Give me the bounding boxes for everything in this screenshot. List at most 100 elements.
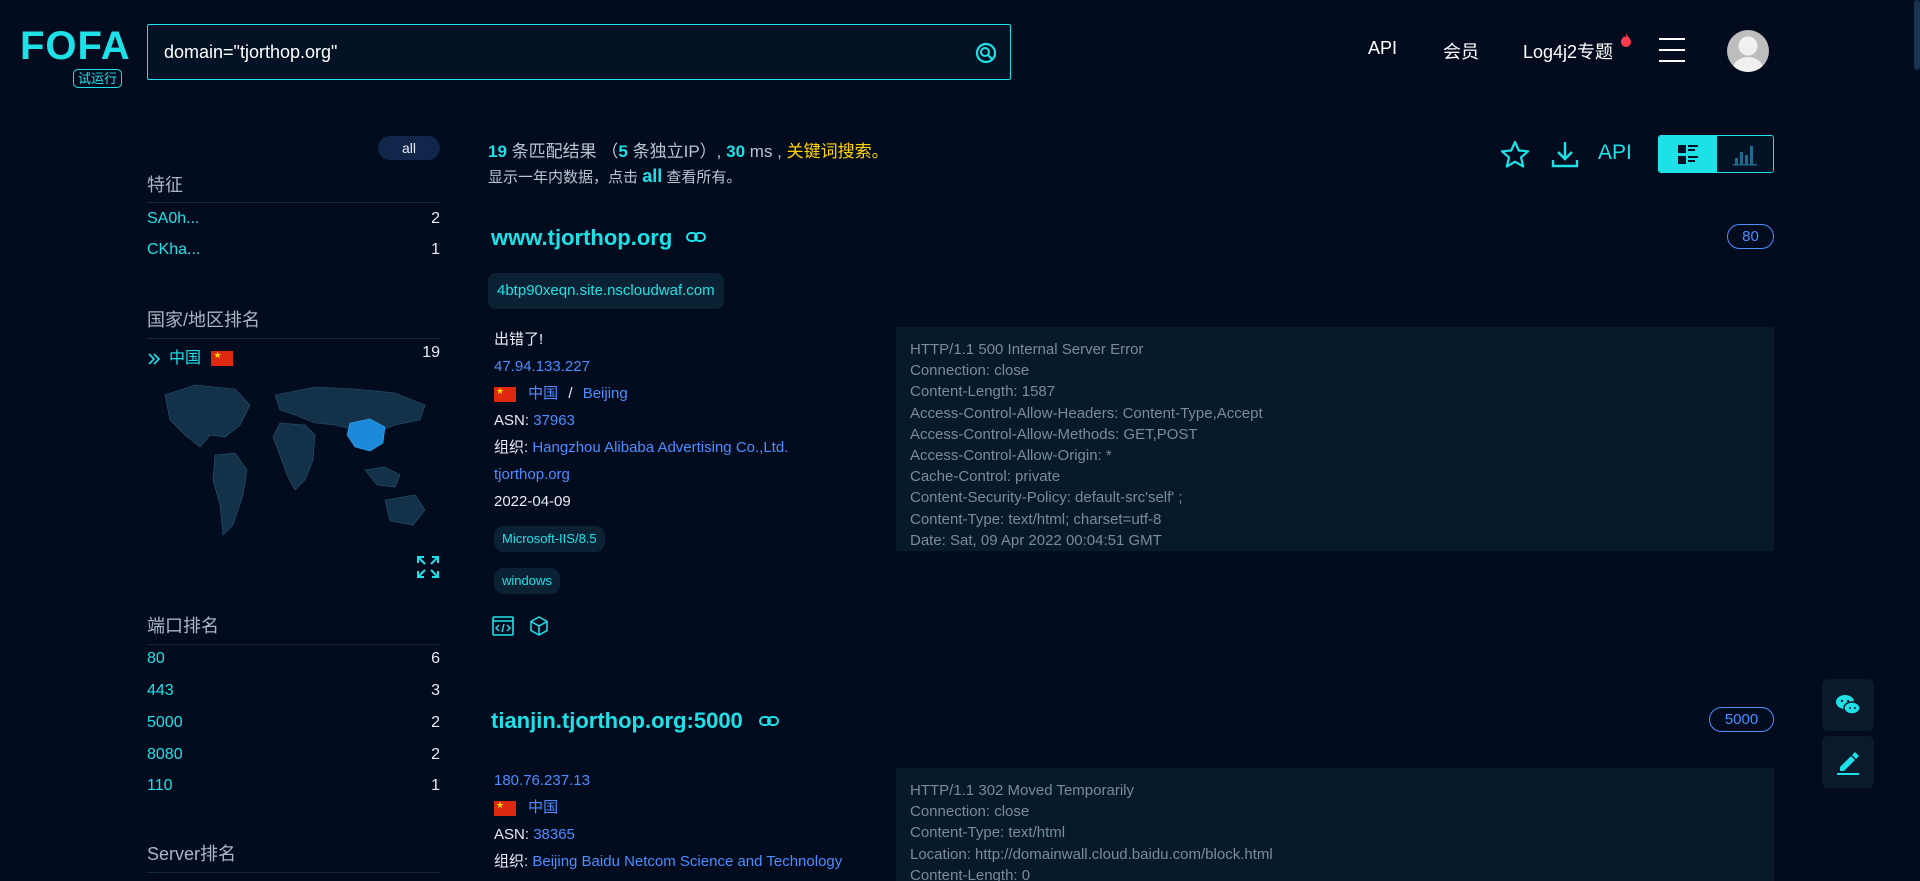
query-ms: 30 xyxy=(726,142,746,161)
link-icon[interactable] xyxy=(759,715,779,727)
asn-link[interactable]: 38365 xyxy=(533,826,575,843)
bar-chart-icon xyxy=(1733,146,1757,166)
port-item[interactable]: 5000 2 xyxy=(147,714,440,736)
ip-link[interactable]: 180.76.237.13 xyxy=(494,772,590,789)
banner-line: Location: http://domainwall.cloud.baidu.… xyxy=(910,845,1273,863)
show-all-link[interactable]: all xyxy=(642,166,662,186)
org-link[interactable]: Hangzhou Alibaba Advertising Co.,Ltd. xyxy=(532,439,788,456)
divider xyxy=(147,338,440,339)
edit-icon xyxy=(1837,752,1859,775)
city-link[interactable]: Beijing xyxy=(583,385,628,402)
port-label: 5000 xyxy=(147,714,183,731)
feature-label: CKha... xyxy=(147,241,201,258)
all-filter-button[interactable]: all xyxy=(378,136,440,160)
port-item[interactable]: 110 1 xyxy=(147,777,440,799)
wechat-icon xyxy=(1836,695,1861,715)
double-chevron-icon xyxy=(148,353,161,365)
star-icon[interactable] xyxy=(1499,139,1531,171)
fire-icon xyxy=(1621,33,1631,47)
nav-member[interactable]: 会员 xyxy=(1443,38,1479,64)
expand-icon[interactable] xyxy=(416,555,440,579)
banner-line: Content-Type: text/html; charset=utf-8 xyxy=(910,510,1162,528)
banner-line: Content-Type: text/html xyxy=(910,824,1066,842)
list-view-icon xyxy=(1678,145,1698,164)
banner-line: Cache-Control: private xyxy=(910,468,1061,486)
response-banner: HTTP/1.1 500 Internal Server Error Connec… xyxy=(896,327,1774,551)
os-tag[interactable]: windows xyxy=(494,568,560,594)
response-banner: HTTP/1.1 302 Moved Temporarily Connection… xyxy=(896,768,1774,881)
country-title: 国家/地区排名 xyxy=(147,310,261,330)
one-year-notice: 显示一年内数据，点击 all 查看所有。 xyxy=(488,166,742,186)
scrollbar[interactable] xyxy=(1914,0,1920,70)
country-item[interactable]: 中国 19 xyxy=(147,344,440,367)
port-label: 8080 xyxy=(147,746,183,763)
code-icon[interactable] xyxy=(492,615,514,637)
port-count: 2 xyxy=(431,746,440,763)
cube-icon[interactable] xyxy=(528,615,550,637)
search-input[interactable] xyxy=(164,25,964,79)
banner-line: Access-Control-Allow-Headers: Content-Ty… xyxy=(910,404,1263,422)
banner-line: Access-Control-Allow-Methods: GET,POST xyxy=(910,425,1198,443)
port-count: 3 xyxy=(431,682,440,699)
port-badge[interactable]: 80 xyxy=(1727,224,1774,249)
port-count: 6 xyxy=(431,650,440,667)
view-toggle xyxy=(1658,135,1774,173)
feature-count: 2 xyxy=(431,210,440,227)
domain-link[interactable]: tjorthop.org xyxy=(494,466,570,483)
feature-count: 1 xyxy=(431,241,440,258)
divider xyxy=(147,644,440,645)
feature-item[interactable]: CKha... 1 xyxy=(147,241,440,263)
banner-line: Content-Length: 0 xyxy=(910,866,1031,881)
nav-log4j2[interactable]: Log4j2专题 xyxy=(1523,38,1613,64)
avatar[interactable] xyxy=(1727,30,1769,72)
country-link[interactable]: 中国 xyxy=(528,799,558,816)
download-icon[interactable] xyxy=(1549,139,1581,171)
banner-line: HTTP/1.1 302 Moved Temporarily xyxy=(910,782,1134,799)
banner-line: Connection: close xyxy=(910,803,1030,821)
port-item[interactable]: 8080 2 xyxy=(147,746,440,768)
country-count: 19 xyxy=(422,344,440,361)
nav-api[interactable]: API xyxy=(1368,38,1397,59)
china-flag-icon xyxy=(211,349,234,367)
port-item[interactable]: 443 3 xyxy=(147,682,440,704)
stats-view-button[interactable] xyxy=(1717,136,1773,172)
asn-link[interactable]: 37963 xyxy=(533,412,575,429)
banner-line: Access-Control-Allow-Origin: * xyxy=(910,447,1112,465)
port-item[interactable]: 80 6 xyxy=(147,650,440,672)
logo-text: FOFA xyxy=(20,24,131,68)
org-link[interactable]: Beijing Baidu Netcom Science and Technol… xyxy=(532,853,842,870)
feedback-button[interactable] xyxy=(1822,736,1874,788)
keyword-search-link[interactable]: 关键词搜索 xyxy=(787,142,872,161)
api-link[interactable]: API xyxy=(1598,141,1632,165)
search-box xyxy=(147,24,1011,80)
features-title: 特征 xyxy=(147,175,183,195)
banner-line: HTTP/1.1 500 Internal Server Error xyxy=(910,341,1144,358)
wechat-button[interactable] xyxy=(1822,679,1874,731)
port-badge[interactable]: 5000 xyxy=(1709,707,1774,732)
banner-line: Date: Sat, 09 Apr 2022 00:04:51 GMT xyxy=(910,531,1162,549)
fofa-logo[interactable]: FOFA 试运行 xyxy=(20,24,132,90)
ip-link[interactable]: 47.94.133.227 xyxy=(494,358,590,375)
result-host-link[interactable]: www.tjorthop.org xyxy=(491,225,672,251)
port-label: 110 xyxy=(147,777,173,794)
list-view-button[interactable] xyxy=(1659,136,1717,172)
banner-line: Connection: close xyxy=(910,362,1030,380)
result-info: 180.76.237.13 中国 ASN: 38365 组织: Beijing … xyxy=(494,767,842,875)
menu-icon[interactable] xyxy=(1659,38,1685,62)
port-label: 443 xyxy=(147,682,174,699)
result-count: 19 xyxy=(488,142,507,161)
page-title: 出错了! xyxy=(494,331,544,348)
product-tag[interactable]: Microsoft-IIS/8.5 xyxy=(494,526,605,552)
port-rank-title: 端口排名 xyxy=(147,616,219,636)
country-label: 中国 xyxy=(169,350,202,367)
search-icon[interactable] xyxy=(974,41,998,65)
result-host-link[interactable]: tianjin.tjorthop.org:5000 xyxy=(491,708,743,734)
port-count: 1 xyxy=(431,777,440,794)
subdomain-tag[interactable]: 4btp90xeqn.site.nscloudwaf.com xyxy=(488,273,724,309)
feature-item[interactable]: SA0h... 2 xyxy=(147,210,440,232)
divider xyxy=(147,202,440,203)
country-link[interactable]: 中国 xyxy=(528,385,558,402)
link-icon[interactable] xyxy=(686,231,706,243)
banner-line: Content-Security-Policy: default-src'sel… xyxy=(910,489,1183,507)
china-flag-icon xyxy=(494,799,516,816)
